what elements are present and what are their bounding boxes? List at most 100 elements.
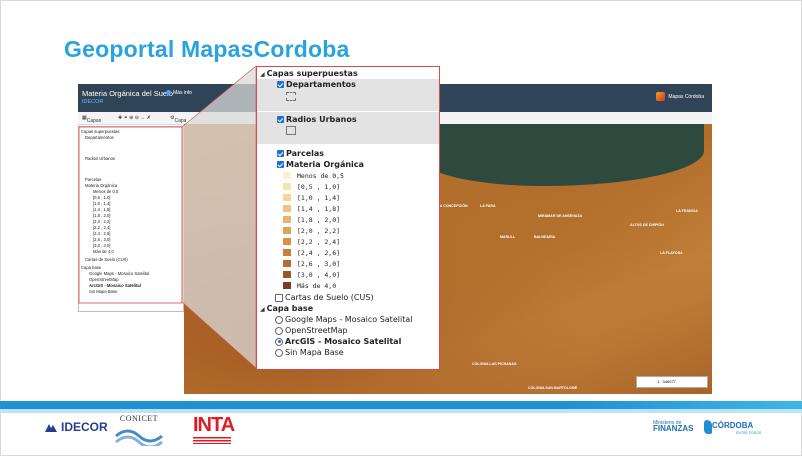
radios-symbol — [286, 126, 296, 135]
mini-base: ArcGIS - Mosaico Satelital — [89, 283, 141, 288]
more-info-link[interactable]: Más info — [166, 90, 192, 96]
mini-group-base: Capa base — [81, 265, 102, 270]
app-title: Materia Orgánica del Suelo — [82, 89, 173, 98]
radio-empty-icon — [275, 326, 283, 335]
materia-class-item: [0,5 , 1,0] — [283, 182, 340, 191]
materia-class-item: [1,0 , 1,4] — [283, 193, 340, 202]
group-overlay-header[interactable]: ◢ Capas superpuestas — [260, 69, 358, 78]
base-map-option[interactable]: ArcGIS - Mosaico Satelital — [275, 337, 401, 346]
class-swatch — [283, 216, 291, 223]
mini-item-departamentos: Departamentos — [85, 135, 114, 140]
mini-class: [1,0 , 1,4] — [93, 201, 111, 206]
collapse-icon: ◢ — [260, 306, 265, 313]
mini-class: [1,8 , 2,0] — [93, 213, 111, 218]
map-label: COLONIA SAN BARTOLOMÉ — [528, 386, 578, 390]
extra-tool-button[interactable]: ⚙ Capa — [170, 115, 186, 124]
cordoba-tagline: ENTRE TODOS — [736, 431, 762, 435]
layers-legend-panel: ◢ Capas superpuestas Departamentos Radios… — [256, 66, 440, 370]
class-swatch — [283, 172, 291, 179]
mini-class: Menos de 0,5 — [93, 189, 119, 194]
radio-selected-icon — [275, 337, 283, 346]
map-label: LA FRANCIA — [676, 209, 698, 213]
mini-class: Más de 4,0 — [93, 249, 114, 254]
mini-base: Google Maps - Mosaico Satelital — [89, 271, 150, 276]
layer-materia-organica[interactable]: Materia Orgánica — [277, 160, 364, 169]
materia-class-item: Más de 4,0 — [283, 281, 336, 290]
map-label: BALNEARIA — [534, 235, 556, 239]
mini-item-radios: Radios Urbanos — [85, 156, 116, 161]
checkbox-checked-icon — [277, 81, 284, 88]
base-map-option[interactable]: OpenStreetMap — [275, 326, 348, 335]
idecor-logo: IDECOR — [44, 420, 108, 434]
class-swatch — [283, 194, 291, 201]
class-swatch — [283, 205, 291, 212]
layer-departamentos[interactable]: Departamentos — [277, 80, 356, 89]
inta-stripes — [193, 437, 231, 444]
group-base-header[interactable]: ◢ Capa base — [260, 304, 313, 313]
materia-class-item: [2,6 , 3,0] — [283, 259, 340, 268]
polygon-outline-icon — [286, 92, 296, 101]
layer-cartas-suelo[interactable]: Cartas de Suelo (CUS) — [275, 293, 374, 302]
checkbox-checked-icon — [277, 116, 284, 123]
class-swatch — [283, 227, 291, 234]
materia-class-item: [1,8 , 2,0] — [283, 215, 340, 224]
map-label: MARULL — [500, 235, 516, 239]
map-label: LA PLAYOSA — [660, 251, 683, 255]
mini-item-parcelas: Parcelas — [85, 177, 102, 182]
ministerio-finanzas-logo: Ministerio de FINANZAS — [653, 420, 694, 433]
conicet-waves-icon — [115, 429, 163, 446]
map-label: ALTOS DE CHIPIÓN — [630, 223, 664, 227]
mini-item-materia: Materia Orgánica — [85, 183, 118, 188]
polygon-outline-icon — [286, 126, 296, 135]
inta-logo: INTA — [193, 414, 235, 436]
materia-class-item: [2,2 , 2,4] — [283, 237, 340, 246]
class-swatch — [283, 271, 291, 278]
mini-class: [3,0 , 4,0] — [93, 243, 111, 248]
radio-empty-icon — [275, 348, 283, 357]
mapas-cordoba-logo: Mapas Córdoba — [656, 92, 704, 101]
materia-class-item: [1,4 , 1,8] — [283, 204, 340, 213]
radio-empty-icon — [275, 315, 283, 324]
mini-base: Sin Mapa Base — [89, 289, 118, 294]
mini-class: [2,6 , 3,0] — [93, 237, 111, 242]
class-swatch — [283, 282, 291, 289]
layers-button[interactable]: ▦ Capas — [82, 115, 101, 124]
footer-band — [0, 401, 802, 409]
base-map-option[interactable]: Sin Mapa Base — [275, 348, 344, 357]
class-swatch — [283, 238, 291, 245]
navigation-tools[interactable]: ✚ ⚭ ⊕ ⊖ ↔ ✗ — [118, 115, 151, 121]
info-icon — [166, 90, 171, 96]
mini-class: [2,2 , 2,4] — [93, 225, 111, 230]
map-label: MIRAMAR DE ANSENUZA — [538, 214, 583, 218]
footer-band-light — [0, 409, 802, 413]
base-map-option[interactable]: Google Maps - Mosaico Satelital — [275, 315, 412, 324]
class-swatch — [283, 183, 291, 190]
mapas-cordoba-icon — [656, 92, 666, 101]
collapse-icon: ◢ — [260, 71, 265, 78]
checkbox-checked-icon — [277, 161, 284, 168]
checkbox-checked-icon — [277, 150, 284, 157]
mini-cartas: Cartas de Suelo (CUS) — [85, 257, 128, 262]
class-swatch — [283, 260, 291, 267]
map-label: LA PARA — [480, 204, 496, 208]
materia-class-item: Menos de 0,5 — [283, 171, 344, 180]
lagoon-area — [424, 124, 704, 186]
mini-class: [2,0 , 2,2] — [93, 219, 111, 224]
materia-class-item: [3,0 , 4,0] — [283, 270, 340, 279]
departamentos-symbol — [286, 92, 296, 101]
mini-class: [0,5 , 1,0] — [93, 195, 111, 200]
materia-class-item: [2,0 , 2,2] — [283, 226, 340, 235]
mini-class: [2,4 , 2,6] — [93, 231, 111, 236]
mini-group-overlay: Capas superpuestas — [81, 129, 120, 134]
layers-panel-thumbnail: Capas superpuestas Departamentos Radios … — [78, 126, 184, 312]
app-subtitle[interactable]: IDECOR — [82, 99, 103, 105]
layer-radios-urbanos[interactable]: Radios Urbanos — [277, 115, 357, 124]
map-label: COLONIA LAS PICHANAS — [472, 362, 517, 366]
idecor-icon — [45, 423, 57, 432]
materia-class-item: [2,4 , 2,6] — [283, 248, 340, 257]
scale-bar: 1 : 346077 — [636, 376, 708, 388]
class-swatch — [283, 249, 291, 256]
mini-base: OpenStreetMap — [89, 277, 119, 282]
layer-parcelas[interactable]: Parcelas — [277, 149, 324, 158]
conicet-logo: CONICET — [112, 414, 166, 448]
